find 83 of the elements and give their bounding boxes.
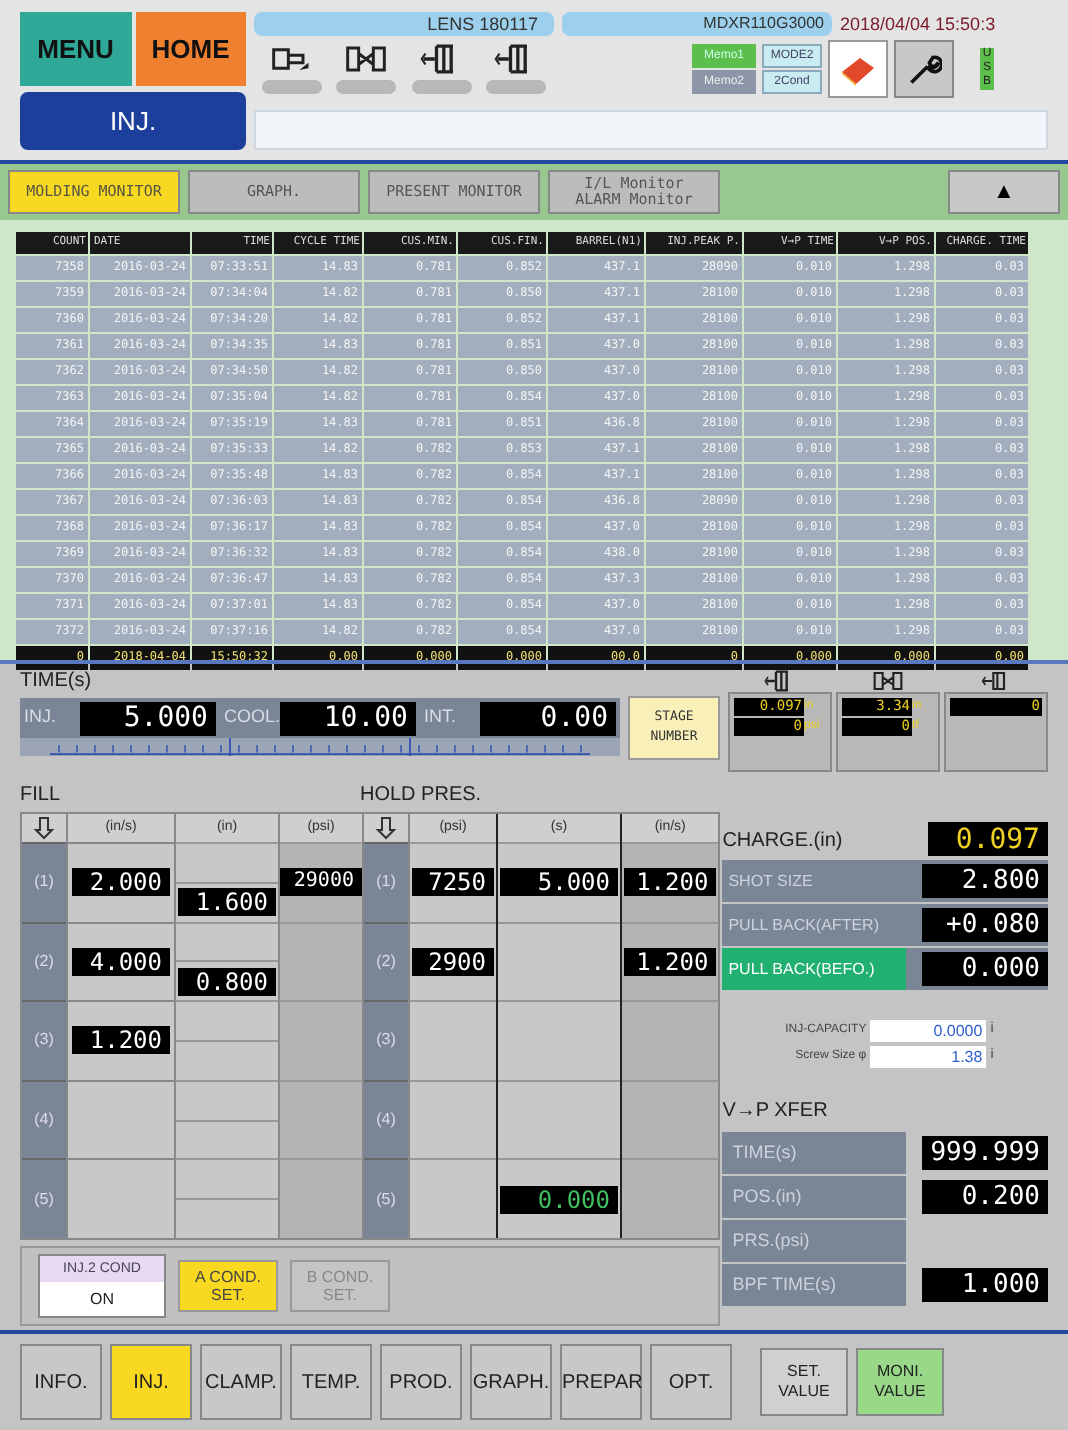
- xfer-label: PRS.(psi): [730, 1227, 812, 1254]
- grid-cell: [622, 1079, 719, 1159]
- mold-icon: [344, 44, 389, 74]
- hold-value-field[interactable]: 7250: [412, 868, 494, 897]
- maintenance-button[interactable]: [894, 40, 954, 98]
- home-button[interactable]: HOME: [135, 12, 246, 86]
- hold-value-field[interactable]: 1.200: [624, 947, 717, 976]
- grid-cell: [498, 1000, 620, 1080]
- position-value-field[interactable]: 1.600: [178, 888, 276, 917]
- setting-value-field[interactable]: 2.800: [922, 864, 1048, 898]
- indicator-lamp: [411, 80, 472, 94]
- machine-model: MDXR110G3000: [562, 12, 832, 36]
- step-label: (3): [364, 1000, 408, 1080]
- nav-button[interactable]: INJ.: [110, 1344, 192, 1420]
- nav-button[interactable]: TEMP.: [290, 1344, 372, 1420]
- indicator-lamp: [486, 80, 547, 94]
- charge-label: CHARGE.(in): [722, 828, 845, 856]
- section-title: V→P XFER: [722, 1098, 830, 1126]
- speed-value-field[interactable]: 2.000: [72, 868, 170, 897]
- cond-set-button[interactable]: A COND. SET.: [178, 1260, 278, 1312]
- book-icon: [838, 53, 878, 85]
- xfer-label: POS.(in): [730, 1183, 804, 1210]
- charge-value[interactable]: 0.097: [928, 822, 1048, 856]
- speed-value-field[interactable]: 4.000: [72, 947, 170, 976]
- step-label: (3): [22, 1000, 66, 1080]
- step-label: (4): [22, 1079, 66, 1159]
- field-label: INJ.: [22, 704, 59, 731]
- step-label: (2): [364, 921, 408, 1001]
- screen-title: INJ.: [20, 92, 246, 150]
- section-title: TIME(s): [20, 668, 94, 696]
- nozzle-arrow-icon: [269, 44, 314, 74]
- step-label: (4): [364, 1079, 408, 1159]
- step-label: (5): [22, 1158, 66, 1238]
- step-label: (5): [364, 1158, 408, 1238]
- xfer-label: TIME(s): [730, 1139, 799, 1166]
- step-label: (1): [364, 842, 408, 922]
- mold-icon: [872, 670, 904, 692]
- field-label: COOL.: [222, 704, 280, 731]
- setting-value-field[interactable]: 0.000: [922, 952, 1048, 986]
- manual-book-button[interactable]: [828, 40, 888, 98]
- time-value-field[interactable]: 5.000: [80, 701, 216, 735]
- xfer-value-field[interactable]: 1.000: [922, 1268, 1048, 1302]
- setting-label: PULL BACK(BEFO.): [722, 948, 907, 990]
- step-label: (1): [22, 842, 66, 922]
- setting-label: SHOT SIZE: [726, 869, 815, 893]
- setting-value-field[interactable]: +0.080: [922, 908, 1048, 942]
- nav-button[interactable]: CLAMP.: [200, 1344, 282, 1420]
- indicator-lamp: [261, 80, 322, 94]
- capacity-value: 0.0000: [870, 1020, 987, 1042]
- nav-button[interactable]: INFO.: [20, 1344, 102, 1420]
- section-title: FILL: [20, 782, 63, 810]
- hold-value-field[interactable]: 2900: [412, 947, 494, 976]
- grid-cell: [410, 1079, 496, 1159]
- section-title: HOLD PRES.: [360, 782, 482, 810]
- date-time: 2018/04/04 15:50:3: [840, 12, 996, 36]
- wrench-icon: [906, 51, 942, 87]
- time-value-field[interactable]: 0.00: [480, 701, 616, 735]
- capacity-value: 1.38: [870, 1046, 987, 1068]
- value-mode-button[interactable]: MONI. VALUE: [856, 1348, 944, 1416]
- menu-button[interactable]: MENU: [20, 12, 131, 86]
- time-value-field[interactable]: 10.00: [280, 701, 416, 735]
- nav-button[interactable]: OPT.: [650, 1344, 732, 1420]
- hold-value-field[interactable]: 0.000: [500, 1185, 618, 1214]
- mold-name: LENS 180117: [254, 12, 554, 36]
- field-label: INT.: [422, 704, 459, 731]
- xfer-value-field[interactable]: 0.200: [922, 1180, 1048, 1214]
- hold-value-field[interactable]: 5.000: [500, 868, 618, 897]
- xfer-label: BPF TIME(s): [730, 1271, 839, 1298]
- nav-button[interactable]: PROD.: [380, 1344, 462, 1420]
- inj2-cond-value: ON: [88, 1287, 116, 1311]
- nav-button[interactable]: PREPAR: [560, 1344, 642, 1420]
- step-label: (2): [22, 921, 66, 1001]
- nav-button[interactable]: GRAPH.: [470, 1344, 552, 1420]
- hold-value-field[interactable]: 1.200: [624, 868, 717, 897]
- value-mode-button[interactable]: SET. VALUE: [760, 1348, 848, 1416]
- setting-label: PULL BACK(AFTER): [726, 913, 881, 938]
- grid-cell: [176, 1119, 278, 1159]
- speed-value-field[interactable]: 1.200: [72, 1026, 170, 1055]
- indicator-lamp: [336, 80, 397, 94]
- xfer-value-field[interactable]: 999.999: [922, 1136, 1048, 1170]
- pressure-value-field[interactable]: 29000: [280, 868, 362, 896]
- position-value-field[interactable]: 0.800: [178, 967, 276, 996]
- scroll-up-button[interactable]: ▲: [948, 170, 1060, 214]
